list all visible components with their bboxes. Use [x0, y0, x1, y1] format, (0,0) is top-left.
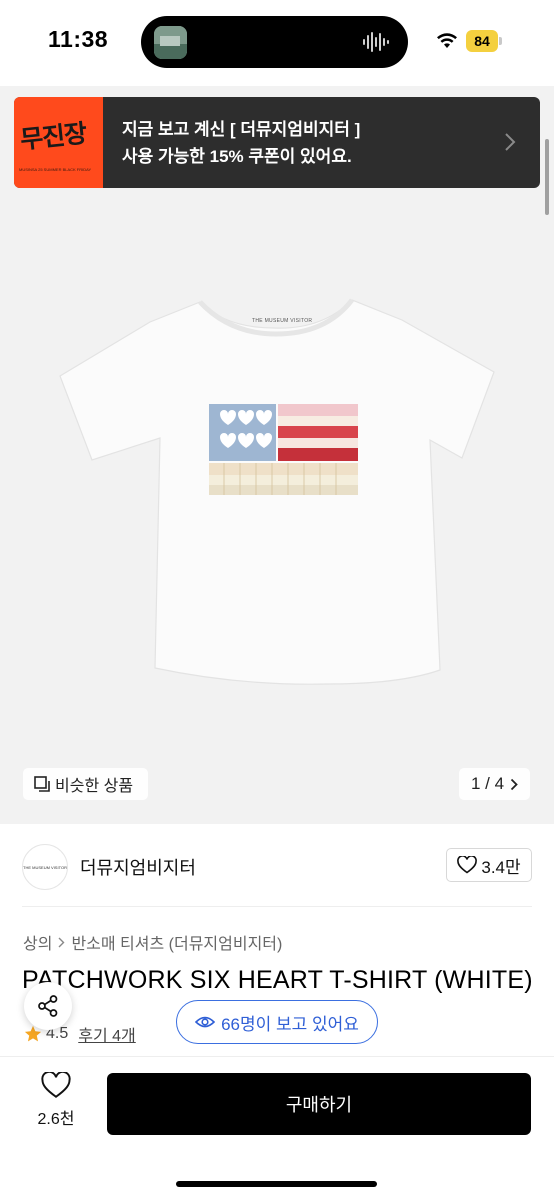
chevron-right-icon: [58, 937, 65, 947]
product-title: PATCHWORK SIX HEART T-SHIRT (WHITE): [22, 966, 533, 994]
brand-avatar[interactable]: THE MUSEUM VISITOR: [22, 844, 68, 890]
breadcrumb: 상의 반소매 티셔츠 (더뮤지엄비지터): [23, 930, 282, 954]
breadcrumb-item-top[interactable]: 상의: [23, 930, 52, 954]
similar-items-icon: [34, 776, 50, 792]
banner-logo-text: 무진장: [18, 118, 88, 155]
coupon-promo-banner[interactable]: 무진장 MUSINSA 25 SUMMER BLACK FRIDAY 지금 보고…: [14, 97, 540, 188]
share-icon: [38, 995, 58, 1017]
similar-products-button[interactable]: 비슷한 상품: [23, 768, 148, 800]
heart-icon: [41, 1072, 71, 1098]
image-pager-count: 1 / 4: [470, 774, 505, 793]
wishlist-button[interactable]: 2.6천: [24, 1072, 88, 1136]
brand-name[interactable]: 더뮤지엄비지터: [80, 854, 196, 880]
scroll-indicator[interactable]: [545, 139, 549, 215]
banner-message: 지금 보고 계신 [ 더뮤지엄비지터 ] 사용 가능한 15% 쿠폰이 있어요.: [122, 116, 360, 170]
eye-icon: [195, 1016, 216, 1028]
dynamic-island[interactable]: [141, 16, 408, 68]
review-link[interactable]: 후기 4개: [78, 1022, 136, 1046]
battery-level: 84: [466, 30, 498, 52]
viewers-count-label: 66명이 보고 있어요: [221, 1014, 359, 1034]
banner-line-1: 지금 보고 계신 [ 더뮤지엄비지터 ]: [122, 120, 361, 139]
audio-wave-icon: [363, 32, 389, 52]
battery-indicator: 84: [466, 30, 502, 52]
wishlist-count: 2.6천: [37, 1111, 75, 1128]
brand-row[interactable]: THE MUSEUM VISITOR 더뮤지엄비지터 3.4만: [0, 824, 554, 906]
breadcrumb-item-category[interactable]: 반소매 티셔츠 (더뮤지엄비지터): [71, 930, 282, 954]
now-playing-thumbnail: [154, 26, 187, 59]
banner-logo-subtext: MUSINSA 25 SUMMER BLACK FRIDAY: [19, 167, 92, 172]
banner-line-2: 사용 가능한 15% 쿠폰이 있어요.: [122, 147, 352, 166]
chevron-right-icon: [505, 133, 516, 151]
image-pager[interactable]: 1 / 4: [459, 768, 530, 800]
divider: [22, 906, 532, 907]
viewers-count-pill: 66명이 보고 있어요: [176, 1000, 378, 1044]
brand-like-count: 3.4만: [481, 857, 521, 877]
product-image-tshirt: [59, 298, 495, 685]
similar-products-label: 비슷한 상품: [55, 778, 134, 795]
buy-button[interactable]: 구매하기: [107, 1073, 531, 1135]
share-button[interactable]: [24, 982, 72, 1030]
banner-logo: 무진장 MUSINSA 25 SUMMER BLACK FRIDAY: [14, 97, 103, 188]
status-bar: 11:38 84: [0, 0, 554, 86]
brand-like-button[interactable]: 3.4만: [446, 848, 532, 882]
chevron-right-icon: [510, 778, 518, 790]
status-time: 11:38: [48, 26, 109, 52]
wifi-icon: [437, 33, 457, 48]
home-indicator[interactable]: [176, 1181, 377, 1187]
heart-icon: [457, 856, 478, 874]
product-image-gallery[interactable]: THE MUSEUM VISITOR: [0, 86, 554, 824]
tshirt-neck-label: THE MUSEUM VISITOR: [252, 318, 313, 324]
